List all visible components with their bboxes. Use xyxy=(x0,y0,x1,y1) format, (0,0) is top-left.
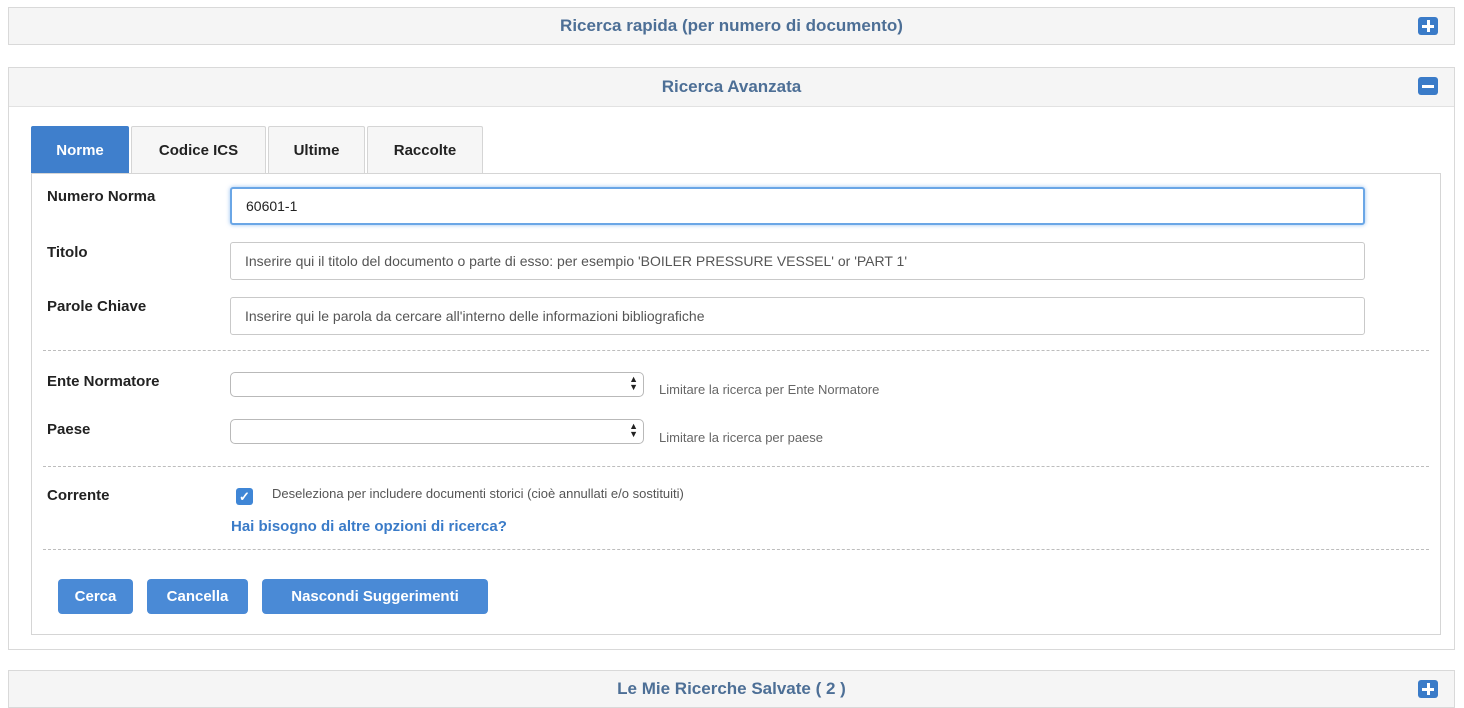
quick-search-header[interactable]: Ricerca rapida (per numero di documento) xyxy=(9,8,1454,44)
tab-codice-ics[interactable]: Codice ICS xyxy=(131,126,266,173)
check-icon: ✓ xyxy=(239,489,250,504)
search-form: Numero Norma Titolo Parole Chiave Ente N… xyxy=(31,173,1441,635)
paese-hint: Limitare la ricerca per paese xyxy=(659,430,824,445)
numero-norma-label: Numero Norma xyxy=(47,188,156,205)
hide-hints-button[interactable]: Nascondi Suggerimenti xyxy=(262,579,488,614)
divider xyxy=(43,350,1429,351)
advanced-search-header[interactable]: Ricerca Avanzata xyxy=(9,68,1454,107)
more-options-link[interactable]: Hai bisogno di altre opzioni di ricerca? xyxy=(231,518,507,535)
paese-select[interactable]: ▲ ▼ xyxy=(230,419,644,444)
advanced-search-panel: Ricerca Avanzata Norme Codice ICS Ultime… xyxy=(8,67,1455,650)
corrente-label: Corrente xyxy=(47,487,110,504)
corrente-checkbox[interactable]: ✓ xyxy=(236,488,253,505)
ente-normatore-label: Ente Normatore xyxy=(47,373,160,390)
search-tabs: Norme Codice ICS Ultime Raccolte xyxy=(31,126,483,173)
clear-button[interactable]: Cancella xyxy=(147,579,248,614)
tab-raccolte[interactable]: Raccolte xyxy=(367,126,483,173)
tab-norme[interactable]: Norme xyxy=(31,126,129,173)
parole-chiave-input[interactable] xyxy=(230,297,1365,335)
corrente-description: Deseleziona per includere documenti stor… xyxy=(272,486,684,501)
quick-search-panel: Ricerca rapida (per numero di documento) xyxy=(8,7,1455,45)
divider xyxy=(43,549,1429,550)
select-arrows-icon: ▲ ▼ xyxy=(629,421,638,439)
ente-normatore-select[interactable]: ▲ ▼ xyxy=(230,372,644,397)
plus-icon[interactable] xyxy=(1418,17,1438,35)
quick-search-title: Ricerca rapida (per numero di documento) xyxy=(560,16,903,35)
tab-ultime[interactable]: Ultime xyxy=(268,126,365,173)
titolo-input[interactable] xyxy=(230,242,1365,280)
divider xyxy=(43,466,1429,467)
advanced-search-title: Ricerca Avanzata xyxy=(661,77,802,96)
plus-icon[interactable] xyxy=(1418,680,1438,698)
numero-norma-input[interactable] xyxy=(230,187,1365,225)
select-arrows-icon: ▲ ▼ xyxy=(629,374,638,392)
titolo-label: Titolo xyxy=(47,244,88,261)
saved-searches-title: Le Mie Ricerche Salvate ( 2 ) xyxy=(617,679,846,698)
ente-normatore-hint: Limitare la ricerca per Ente Normatore xyxy=(659,382,880,397)
minus-icon[interactable] xyxy=(1418,77,1438,95)
paese-label: Paese xyxy=(47,421,91,438)
parole-chiave-label: Parole Chiave xyxy=(47,298,147,315)
saved-searches-header[interactable]: Le Mie Ricerche Salvate ( 2 ) xyxy=(9,671,1454,707)
saved-searches-panel: Le Mie Ricerche Salvate ( 2 ) xyxy=(8,670,1455,708)
search-button[interactable]: Cerca xyxy=(58,579,133,614)
